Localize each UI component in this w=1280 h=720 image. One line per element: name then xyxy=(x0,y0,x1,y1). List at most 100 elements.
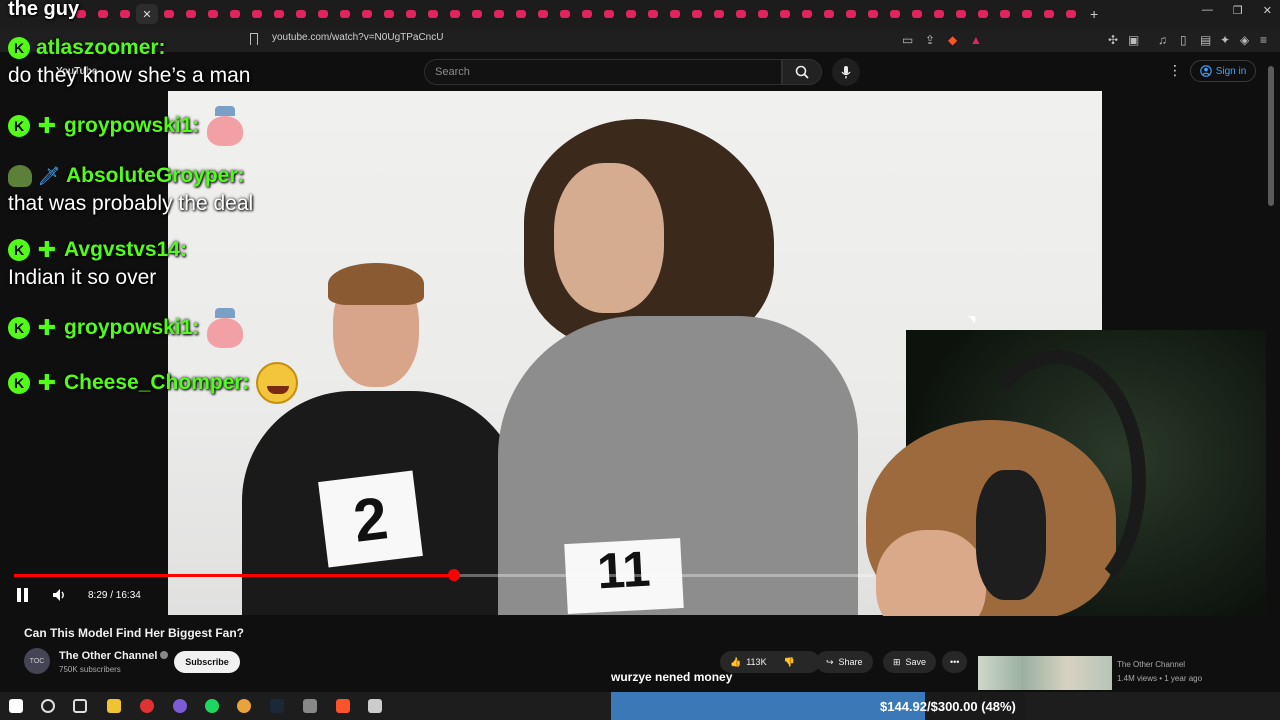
dislike-icon[interactable]: 👎 xyxy=(784,657,795,668)
browser-tab[interactable] xyxy=(334,4,356,24)
vpn-icon[interactable]: ◈ xyxy=(1240,33,1249,47)
close-tab-icon[interactable]: ✕ xyxy=(142,8,151,21)
browser-tab[interactable] xyxy=(774,4,796,24)
browser-tab[interactable] xyxy=(554,4,576,24)
browser-tab[interactable] xyxy=(884,4,906,24)
browser-tab[interactable] xyxy=(972,4,994,24)
pause-button[interactable] xyxy=(17,588,31,604)
browser-tab[interactable] xyxy=(532,4,554,24)
more-options-icon[interactable]: ⋮ xyxy=(1168,62,1182,79)
browser-tab[interactable] xyxy=(642,4,664,24)
ai-icon[interactable]: ✦ xyxy=(1220,33,1230,47)
recommended-channel[interactable]: The Other Channel xyxy=(1117,660,1185,669)
browser-tab[interactable] xyxy=(818,4,840,24)
url-text[interactable]: youtube.com/watch?v=N0UgTPaCncU xyxy=(272,32,443,43)
browser-tab[interactable] xyxy=(400,4,422,24)
browser-tab[interactable] xyxy=(202,4,224,24)
browser-tab[interactable] xyxy=(686,4,708,24)
browser-tab[interactable] xyxy=(510,4,532,24)
voice-search-button[interactable] xyxy=(832,58,860,86)
like-icon[interactable]: 👍 xyxy=(730,657,741,668)
browser-tab[interactable] xyxy=(862,4,884,24)
chrome-icon[interactable] xyxy=(237,699,251,713)
sidebar-icon[interactable]: ▯ xyxy=(1180,33,1187,47)
media-icon[interactable]: ♫ xyxy=(1158,33,1167,47)
brave-icon[interactable] xyxy=(336,699,350,713)
share-page-icon[interactable]: ⇪ xyxy=(925,33,935,47)
channel-avatar[interactable]: TOC xyxy=(24,648,50,674)
minimize-icon[interactable]: — xyxy=(1202,4,1213,17)
browser-tab[interactable] xyxy=(1060,4,1082,24)
browser-tab[interactable] xyxy=(796,4,818,24)
browser-tab[interactable] xyxy=(1016,4,1038,24)
chat-username: Avgvstvs14: xyxy=(64,238,187,261)
browser-tab[interactable] xyxy=(92,4,114,24)
sign-in-button[interactable]: Sign in xyxy=(1190,60,1256,82)
browser-tab[interactable] xyxy=(906,4,928,24)
browser-tab[interactable] xyxy=(246,4,268,24)
file-explorer-icon[interactable] xyxy=(107,699,121,713)
browser-tab[interactable] xyxy=(598,4,620,24)
rewards-icon[interactable]: ▲ xyxy=(970,33,982,47)
browser-tab[interactable] xyxy=(994,4,1016,24)
browser-tab[interactable] xyxy=(180,4,202,24)
new-tab-icon[interactable]: + xyxy=(1090,6,1098,22)
recommended-video-thumbnail[interactable] xyxy=(978,656,1112,690)
browser-tab[interactable] xyxy=(1038,4,1060,24)
video-progress-bar[interactable] xyxy=(14,569,874,581)
browser-tab[interactable] xyxy=(950,4,972,24)
browser-tab[interactable] xyxy=(290,4,312,24)
browser-tab[interactable] xyxy=(752,4,774,24)
browser-tab[interactable] xyxy=(730,4,752,24)
cast-icon[interactable]: ▭ xyxy=(902,33,913,47)
save-button[interactable]: ⊞ Save xyxy=(883,651,937,673)
browser-tab-active[interactable]: ✕ xyxy=(136,4,158,24)
browser-tab[interactable] xyxy=(928,4,950,24)
browser-tab[interactable] xyxy=(378,4,400,24)
share-button[interactable]: ↪ Share xyxy=(816,651,873,673)
browser-tab[interactable] xyxy=(664,4,686,24)
browser-tab[interactable] xyxy=(488,4,510,24)
tab-favicon-icon xyxy=(846,10,856,18)
menu-icon[interactable]: ≡ xyxy=(1260,33,1267,47)
search-icon[interactable] xyxy=(41,699,55,713)
browser-tab[interactable] xyxy=(466,4,488,24)
browser-tab[interactable] xyxy=(158,4,180,24)
browser-tab[interactable] xyxy=(422,4,444,24)
search-button[interactable] xyxy=(782,59,822,85)
scrollbar-thumb[interactable] xyxy=(1268,66,1274,206)
verified-icon xyxy=(160,651,169,659)
more-actions-button[interactable]: ••• xyxy=(942,651,968,673)
search-input[interactable]: Search xyxy=(424,59,782,85)
page-scrollbar[interactable] xyxy=(1268,60,1276,686)
spotify-icon[interactable] xyxy=(205,699,219,713)
bookmark-icon[interactable] xyxy=(250,33,258,45)
chat-app-icon[interactable] xyxy=(368,699,382,713)
windows-start-icon[interactable] xyxy=(9,699,23,713)
steam-icon[interactable] xyxy=(270,699,284,713)
channel-name[interactable]: The Other Channel xyxy=(59,650,169,662)
task-view-icon[interactable] xyxy=(73,699,87,713)
screenshot-icon[interactable]: ▣ xyxy=(1128,33,1139,47)
browser-tab[interactable] xyxy=(708,4,730,24)
wallet-icon[interactable]: ▤ xyxy=(1200,33,1211,47)
browser-tab[interactable] xyxy=(312,4,334,24)
browser-tab[interactable] xyxy=(620,4,642,24)
app-icon[interactable] xyxy=(303,699,317,713)
extensions-icon[interactable]: ✣ xyxy=(1108,33,1118,47)
browser-tab[interactable] xyxy=(114,4,136,24)
like-count[interactable]: 113K xyxy=(746,657,766,667)
browser-tab[interactable] xyxy=(356,4,378,24)
restore-icon[interactable]: ❐ xyxy=(1233,4,1243,17)
browser-tab[interactable] xyxy=(444,4,466,24)
browser-tab[interactable] xyxy=(268,4,290,24)
close-window-icon[interactable]: ✕ xyxy=(1263,4,1272,17)
volume-button[interactable] xyxy=(51,587,67,608)
obs-icon[interactable] xyxy=(140,699,154,713)
subscribe-button[interactable]: Subscribe xyxy=(174,651,240,673)
browser-tab[interactable] xyxy=(576,4,598,24)
discord-icon[interactable] xyxy=(173,699,187,713)
browser-tab[interactable] xyxy=(840,4,862,24)
browser-tab[interactable] xyxy=(224,4,246,24)
brave-shield-icon[interactable]: ◆ xyxy=(948,33,957,47)
